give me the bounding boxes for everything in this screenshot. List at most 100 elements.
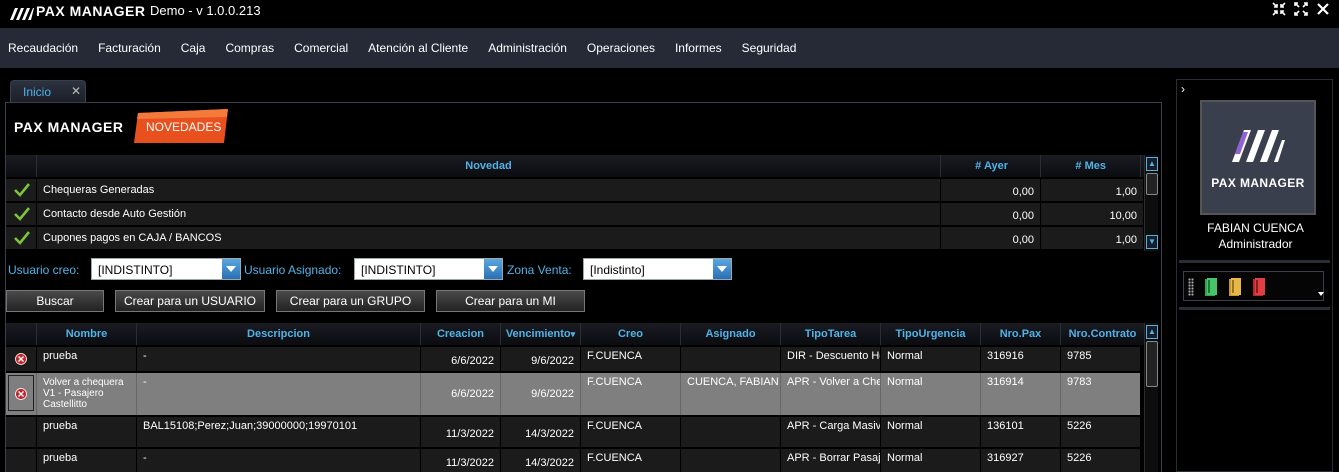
grip-icon[interactable] — [1188, 278, 1194, 296]
task-nombre-line: Volver a chequera — [43, 377, 124, 388]
novedad-row[interactable]: Cupones pagos en CAJA / BANCOS 0,00 1,00 — [6, 227, 1144, 249]
minimize-icon[interactable] — [1271, 2, 1287, 22]
usuario-creo-value: [INDISTINTO] — [98, 263, 173, 277]
crear-mi-button[interactable]: Crear para un MI — [436, 290, 585, 312]
task-vencimiento: 14/3/2022 — [501, 417, 581, 447]
yellow-book-icon[interactable] — [1228, 277, 1242, 297]
menu-recaudacion[interactable]: Recaudación — [8, 41, 78, 55]
user-sidebar: › PAX MANAGER FABIAN CUENCA Administrado… — [1176, 79, 1333, 472]
tasks-grid-header: Nombre Descripcion Creacion Vencimiento▾… — [6, 323, 1144, 345]
usuario-creo-select[interactable]: [INDISTINTO] — [91, 258, 241, 280]
scroll-thumb[interactable] — [1146, 341, 1158, 387]
maximize-icon[interactable] — [1293, 2, 1309, 22]
task-nombre-line: Castellitto — [43, 399, 87, 410]
close-icon[interactable] — [1315, 2, 1331, 22]
usuario-creo-label: Usuario creo: — [8, 263, 80, 277]
scroll-up-icon[interactable]: ▲ — [1146, 325, 1158, 339]
novedad-ayer: 0,00 — [941, 179, 1041, 201]
task-creacion: 6/6/2022 — [421, 347, 501, 371]
header-descripcion[interactable]: Descripcion — [137, 323, 421, 345]
menu-compras[interactable]: Compras — [225, 41, 274, 55]
inicio-panel: PAX MANAGER NOVEDADES Novedad # Ayer # M… — [5, 102, 1162, 472]
pax-logo-icon — [1232, 130, 1285, 162]
header-nro-pax[interactable]: Nro.Pax — [981, 323, 1061, 345]
header-vencimiento[interactable]: Vencimiento▾ — [501, 323, 581, 345]
tab-inicio-label: Inicio — [23, 85, 52, 99]
zona-venta-value: [Indistinto] — [590, 263, 645, 277]
novedades-grid-header: Novedad # Ayer # Mes — [6, 155, 1144, 177]
chevron-down-icon[interactable] — [484, 259, 502, 279]
user-name: FABIAN CUENCA — [1207, 221, 1304, 235]
error-icon — [6, 347, 37, 371]
header-nombre[interactable]: Nombre — [37, 323, 137, 345]
menu-administracion[interactable]: Administración — [488, 41, 567, 55]
task-tipo-urgencia: Normal — [881, 449, 981, 472]
crear-grupo-button[interactable]: Crear para un GRUPO — [276, 290, 425, 312]
novedad-row[interactable]: Contacto desde Auto Gestión 0,00 10,00 — [6, 203, 1144, 225]
header-mes[interactable]: # Mes — [1041, 155, 1141, 177]
task-nro-contrato: 5226 — [1067, 452, 1092, 464]
header-ayer[interactable]: # Ayer — [941, 155, 1041, 177]
app-version: Demo - v 1.0.0.213 — [150, 3, 261, 18]
menu-atencion-cliente[interactable]: Atención al Cliente — [368, 41, 468, 55]
task-vencimiento: 9/6/2022 — [501, 373, 581, 415]
header-tipo-tarea[interactable]: TipoTarea — [781, 323, 881, 345]
header-creacion[interactable]: Creacion — [421, 323, 501, 345]
task-descripcion: - — [137, 449, 421, 472]
tab-inicio[interactable]: Inicio ✕ — [10, 80, 86, 102]
header-asignado[interactable]: Asignado — [681, 323, 781, 345]
task-creo: F.CUENCA — [581, 373, 681, 415]
zona-venta-select[interactable]: [Indistinto] — [583, 258, 732, 280]
crear-usuario-button[interactable]: Crear para un USUARIO — [115, 290, 265, 312]
task-row[interactable]: prueba BAL15108;Perez;Juan;39000000;1997… — [6, 417, 1140, 447]
menu-informes[interactable]: Informes — [675, 41, 722, 55]
novedades-scrollbar[interactable]: ▲ ▼ — [1144, 155, 1158, 251]
novedad-name: Cupones pagos en CAJA / BANCOS — [37, 227, 941, 249]
task-nombre: prueba — [37, 417, 137, 447]
pax-logo-icon — [10, 8, 34, 20]
green-book-icon[interactable] — [1204, 277, 1218, 297]
novedad-row[interactable]: Chequeras Generadas 0,00 1,00 — [6, 179, 1144, 201]
chevron-down-icon[interactable] — [713, 259, 731, 279]
toolbar-dropdown-icon[interactable] — [1318, 292, 1324, 296]
tasks-scrollbar[interactable]: ▲ — [1144, 323, 1158, 472]
header-novedad[interactable]: Novedad — [37, 155, 941, 177]
task-row-selected[interactable]: Volver a chequera V1 - Pasajero Castelli… — [6, 373, 1140, 415]
red-book-icon[interactable] — [1252, 277, 1266, 297]
menu-seguridad[interactable]: Seguridad — [742, 41, 797, 55]
scroll-up-icon[interactable]: ▲ — [1146, 157, 1158, 171]
task-row[interactable]: prueba - 6/6/2022 9/6/2022 F.CUENCA DIR … — [6, 347, 1140, 371]
content-area: Inicio ✕ PAX MANAGER NOVEDADES Novedad #… — [0, 68, 1339, 472]
menu-comercial[interactable]: Comercial — [294, 41, 348, 55]
task-nombre-line: V1 - Pasajero — [43, 388, 104, 399]
header-creo[interactable]: Creo — [581, 323, 681, 345]
task-descripcion: - — [137, 373, 421, 415]
header-icon-col — [6, 323, 37, 345]
buscar-button[interactable]: Buscar — [6, 290, 104, 312]
usuario-asignado-select[interactable]: [INDISTINTO] — [354, 258, 503, 280]
menu-facturacion[interactable]: Facturación — [98, 41, 161, 55]
task-nro-pax: 136101 — [981, 417, 1061, 447]
header-nro-contrato[interactable]: Nro.Contrato — [1061, 323, 1144, 345]
novedades-tab[interactable]: NOVEDADES — [134, 109, 230, 143]
task-row[interactable]: prueba - 11/3/2022 14/3/2022 F.CUENCA AP… — [6, 449, 1140, 472]
sidebar-toggle-icon[interactable]: › — [1181, 82, 1185, 96]
sidebar-logo: PAX MANAGER — [1200, 100, 1316, 215]
task-nro-contrato: 9783 — [1067, 376, 1092, 388]
novedad-name: Chequeras Generadas — [37, 179, 941, 201]
scroll-thumb[interactable] — [1146, 173, 1158, 195]
scroll-down-icon[interactable]: ▼ — [1146, 235, 1158, 249]
chevron-down-icon[interactable] — [222, 259, 240, 279]
sort-desc-icon: ▾ — [570, 329, 576, 339]
sidebar-toolbar — [1183, 271, 1324, 301]
header-tipo-urgencia[interactable]: TipoUrgencia — [881, 323, 981, 345]
tab-close-icon[interactable]: ✕ — [71, 84, 81, 98]
task-asignado — [681, 417, 781, 447]
usuario-asignado-label: Usuario Asignado: — [244, 263, 342, 277]
task-asignado — [681, 449, 781, 472]
menu-caja[interactable]: Caja — [181, 41, 206, 55]
task-nombre: prueba — [37, 347, 137, 371]
title-bar: PAX MANAGER Demo - v 1.0.0.213 — [0, 0, 1339, 24]
menu-operaciones[interactable]: Operaciones — [587, 41, 655, 55]
brand-logo: PAX MANAGER — [14, 119, 124, 135]
